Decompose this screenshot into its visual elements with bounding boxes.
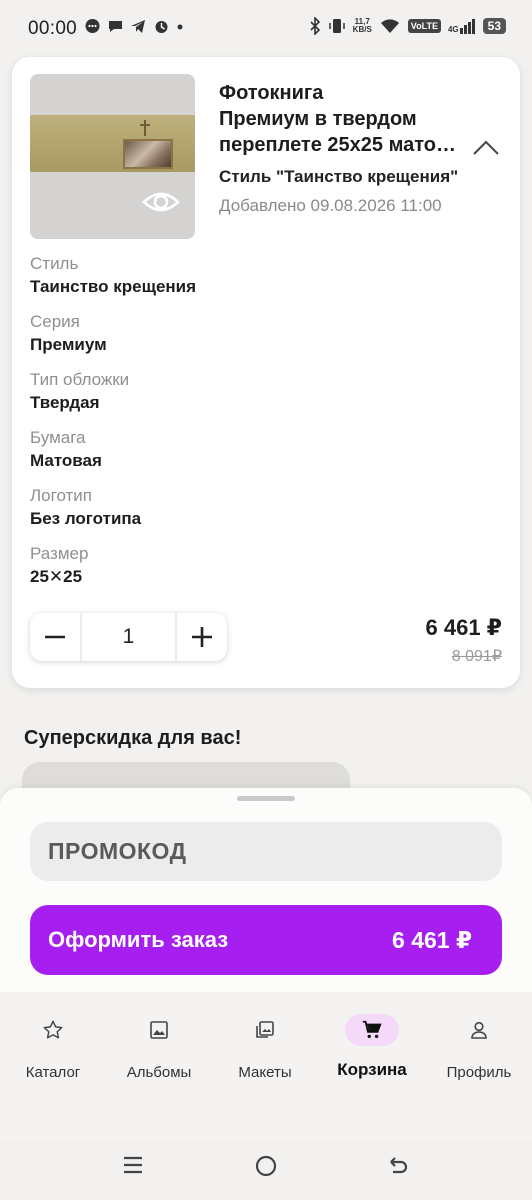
cellular-signal: 4G bbox=[448, 18, 476, 34]
menu-icon[interactable] bbox=[122, 1154, 144, 1176]
photobook-cover-image bbox=[30, 115, 195, 172]
item-old-price: 8 091₽ bbox=[451, 648, 502, 665]
status-bar: 00:00 11,7 KB/S VoLTE 4G 53 bbox=[0, 0, 532, 58]
quantity-stepper: 1 bbox=[30, 613, 227, 661]
tab-albums[interactable]: Альбомы bbox=[106, 1014, 212, 1081]
active-tab-indicator bbox=[345, 1014, 399, 1046]
net-speed: 11,7 KB/S bbox=[352, 17, 372, 34]
chevron-up-icon[interactable] bbox=[472, 139, 500, 157]
sheet-drag-handle[interactable] bbox=[237, 796, 295, 801]
checkout-sheet: Оформить заказ 6 461 ₽ bbox=[0, 788, 532, 992]
product-title: Фотокнига Премиум в твердом переплете 25… bbox=[219, 82, 459, 156]
message-icon bbox=[109, 21, 122, 32]
image-icon bbox=[150, 1021, 168, 1039]
spec-size: Размер 25✕25 bbox=[30, 544, 89, 586]
promo-code-input[interactable] bbox=[30, 822, 502, 881]
bottom-tab-bar: Каталог Альбомы Макеты Корзина Профиль bbox=[0, 992, 532, 1140]
system-status-icons: 11,7 KB/S VoLTE 4G 53 bbox=[309, 17, 506, 35]
product-style-line: Стиль "Таинство крещения" bbox=[219, 167, 459, 186]
cart-icon bbox=[362, 1020, 382, 1039]
bluetooth-icon bbox=[310, 17, 320, 35]
dot-icon bbox=[177, 24, 183, 30]
alarm-icon bbox=[155, 21, 168, 33]
chat-bubble-icon bbox=[85, 19, 100, 33]
network-type: 4G bbox=[447, 25, 459, 34]
checkout-button[interactable]: Оформить заказ 6 461 ₽ bbox=[30, 905, 502, 975]
telegram-icon bbox=[131, 20, 145, 33]
increase-button[interactable] bbox=[177, 613, 227, 661]
decrease-button[interactable] bbox=[30, 613, 80, 661]
tab-profile[interactable]: Профиль bbox=[426, 1014, 532, 1081]
images-icon bbox=[256, 1021, 274, 1038]
battery-indicator: 53 bbox=[482, 18, 506, 34]
cart-item-card: Фотокнига Премиум в твердом переплете 25… bbox=[12, 57, 520, 688]
spec-cover-type: Тип обложки Твердая bbox=[30, 370, 130, 412]
vibrate-icon bbox=[328, 19, 345, 33]
status-time: 00:00 bbox=[28, 18, 78, 39]
item-price: 6 461 ₽ bbox=[425, 615, 502, 640]
spec-series: Серия Премиум bbox=[30, 312, 107, 354]
minus-icon bbox=[45, 635, 65, 639]
wifi-icon bbox=[380, 19, 399, 33]
product-thumbnail[interactable] bbox=[30, 74, 195, 239]
spec-style: Стиль Таинство крещения bbox=[30, 254, 197, 296]
spec-paper: Бумага Матовая bbox=[30, 428, 102, 470]
person-icon bbox=[471, 1021, 487, 1039]
back-icon[interactable] bbox=[386, 1154, 410, 1178]
tab-layouts[interactable]: Макеты bbox=[212, 1014, 318, 1081]
super-discount-heading: Суперскидка для вас! bbox=[24, 727, 242, 749]
star-icon bbox=[43, 1020, 63, 1039]
eye-icon[interactable] bbox=[141, 188, 181, 216]
quantity-value: 1 bbox=[80, 613, 177, 661]
home-icon[interactable] bbox=[254, 1154, 278, 1178]
checkout-button-label: Оформить заказ bbox=[48, 927, 229, 952]
signal-icon bbox=[459, 19, 475, 34]
checkout-button-price: 6 461 ₽ bbox=[392, 926, 472, 953]
volte-badge: VoLTE bbox=[407, 19, 441, 33]
tab-cart[interactable]: Корзина bbox=[319, 1014, 425, 1080]
product-added-date: Добавлено 09.08.2026 11:00 bbox=[219, 196, 442, 215]
tab-catalog[interactable]: Каталог bbox=[0, 1014, 106, 1081]
system-navigation-bar bbox=[0, 1140, 532, 1200]
notification-icons bbox=[84, 18, 184, 35]
plus-icon bbox=[192, 627, 212, 647]
spec-logo: Логотип Без логотипа bbox=[30, 486, 142, 528]
